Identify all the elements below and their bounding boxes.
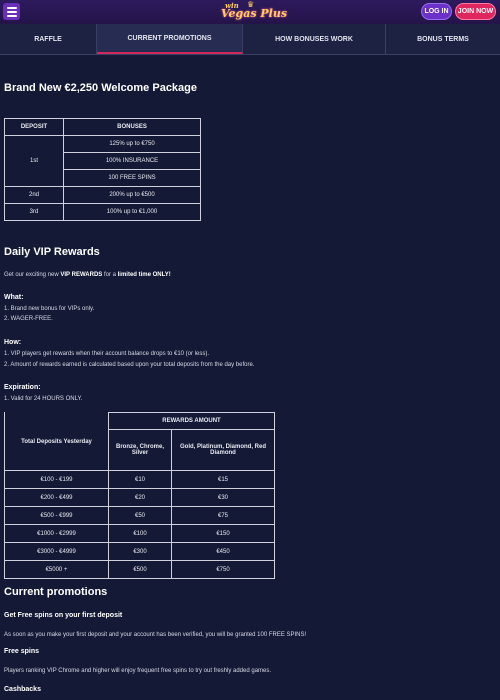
join-now-button[interactable]: JOIN NOW [455, 3, 496, 20]
promo-tabs: RAFFLE CURRENT PROMOTIONS HOW BONUSES WO… [0, 24, 500, 55]
table-cell: €75 [171, 506, 275, 525]
table-header: DEPOSIT [4, 118, 64, 136]
promo-subtitle: Get Free spins on your first deposit [4, 612, 123, 619]
how-label: How: [4, 339, 22, 346]
logo-main-text: Vegas Plus [221, 7, 288, 20]
table-header: REWARDS AMOUNT [108, 412, 275, 430]
what-item: 1. Brand new bonus for VIPs only. [4, 306, 95, 312]
table-cell: €15 [171, 470, 275, 489]
vip-intro-bold: VIP REWARDS [60, 272, 103, 278]
tab-current-promotions[interactable]: CURRENT PROMOTIONS [97, 24, 243, 54]
table-header: Gold, Platinum, Diamond, Red Diamond [171, 429, 275, 471]
table-cell: 3rd [4, 203, 64, 221]
current-promotions-title: Current promotions [4, 586, 108, 598]
table-cell: €1000 - €2999 [4, 524, 109, 543]
welcome-title: Brand New €2,250 Welcome Package [4, 82, 198, 94]
what-label: What: [4, 294, 24, 301]
table-cell: €200 - €499 [4, 488, 109, 507]
welcome-table: DEPOSIT BONUSES 1st 125% up to €750 100%… [4, 118, 201, 221]
table-cell: 1st [4, 135, 64, 187]
table-header: Total Deposits Yesterday [4, 412, 109, 471]
table-cell: €20 [108, 488, 172, 507]
table-cell: €150 [171, 524, 275, 543]
vip-intro-text: Get our exciting new [4, 272, 61, 278]
how-item: 1. VIP players get rewards when their ac… [4, 351, 209, 357]
table-cell: €30 [171, 488, 275, 507]
vip-title: Daily VIP Rewards [4, 246, 100, 258]
what-item: 2. WAGER-FREE. [4, 316, 53, 322]
table-cell: 2nd [4, 186, 64, 204]
promo-subtitle: Free spins [4, 648, 40, 655]
logo[interactable]: win ♛ Vegas Plus [213, 0, 287, 23]
table-cell: €750 [171, 560, 275, 579]
table-header: Bronze, Chrome, Silver [108, 429, 172, 471]
table-cell: 100% INSURANCE [63, 152, 201, 170]
table-cell: €50 [108, 506, 172, 525]
vip-intro-text: for a [102, 272, 118, 278]
expiration-item: 1. Valid for 24 HOURS ONLY. [4, 396, 83, 402]
table-cell: €300 [108, 542, 172, 561]
tab-raffle[interactable]: RAFFLE [0, 24, 97, 54]
table-cell: €500 - €999 [4, 506, 109, 525]
expiration-label: Expiration: [4, 384, 41, 391]
tab-how-bonuses-work[interactable]: HOW BONUSES WORK [243, 24, 386, 54]
table-cell: €3000 - €4999 [4, 542, 109, 561]
table-cell: €450 [171, 542, 275, 561]
table-cell: 125% up to €750 [63, 135, 201, 153]
promo-text: As soon as you make your first deposit a… [4, 632, 307, 638]
table-cell: 100% up to €1,000 [63, 203, 201, 221]
promo-text: Players ranking VIP Chrome and higher wi… [4, 668, 272, 674]
how-item: 2. Amount of rewards earned is calculate… [4, 362, 255, 368]
table-cell: 200% up to €500 [63, 186, 201, 204]
hamburger-menu-icon[interactable] [3, 3, 20, 20]
table-cell: €500 [108, 560, 172, 579]
tab-bonus-terms[interactable]: BONUS TERMS [386, 24, 500, 54]
vip-intro-bold: limited time ONLY! [117, 272, 171, 278]
table-cell: 100 FREE SPINS [63, 169, 201, 187]
top-bar: win ♛ Vegas Plus LOG IN JOIN NOW [0, 0, 500, 24]
vip-intro: Get our exciting new VIP REWARDS for a l… [4, 271, 171, 280]
table-cell: €5000 + [4, 560, 109, 579]
login-button[interactable]: LOG IN [421, 3, 452, 20]
promo-subtitle: Cashbacks [4, 686, 41, 693]
table-cell: €100 [108, 524, 172, 543]
table-cell: €100 - €199 [4, 470, 109, 489]
table-cell: €10 [108, 470, 172, 489]
table-header: BONUSES [63, 118, 201, 136]
vip-rewards-table: Total Deposits Yesterday REWARDS AMOUNT … [4, 412, 275, 579]
